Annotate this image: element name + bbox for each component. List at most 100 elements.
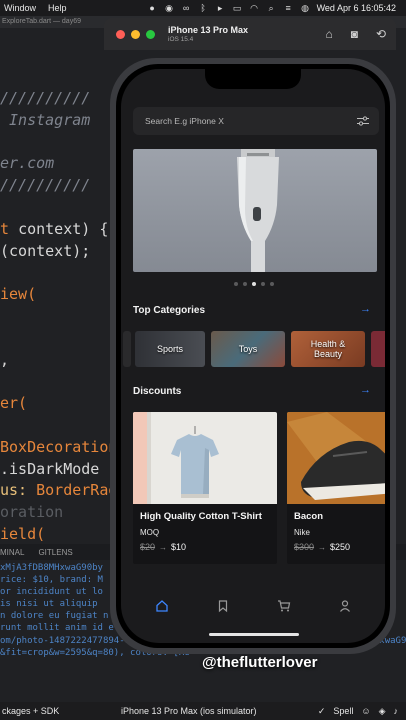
status-spell[interactable]: Spell	[333, 706, 353, 716]
search-icon[interactable]: ⌕	[266, 3, 277, 14]
nav-home-icon[interactable]	[155, 599, 169, 618]
code-token: er(	[0, 394, 28, 413]
code-line: .isDarkMode	[0, 459, 117, 481]
app-screen: Search E.g iPhone X Top Categories → Spo…	[121, 69, 385, 643]
carousel-dot[interactable]	[243, 282, 247, 286]
price-arrow-icon: →	[318, 542, 327, 552]
arrow-right-icon[interactable]: →	[360, 303, 371, 315]
carousel-dot[interactable]	[270, 282, 274, 286]
check-icon: ✓	[317, 705, 326, 716]
carousel-dot[interactable]	[261, 282, 265, 286]
menu-clock: Wed Apr 6 16:05:42	[316, 3, 396, 13]
code-area[interactable]: ////////// Instagram er.com ////////// t …	[0, 88, 117, 546]
new-price: $10	[171, 542, 187, 552]
code-line: oration	[0, 502, 117, 524]
product-prices: $300 → $250	[294, 542, 350, 552]
category-partial[interactable]	[123, 331, 131, 367]
record-icon[interactable]: ●	[147, 3, 158, 14]
code-line: t context) {	[0, 219, 117, 241]
status-device[interactable]: iPhone 13 Pro Max (ios simulator)	[121, 706, 257, 716]
battery-icon[interactable]: ▭	[232, 3, 243, 14]
code-line: BoxDecoration	[0, 437, 117, 459]
notifications-icon[interactable]: ♪	[394, 706, 399, 716]
code-token: iew(	[0, 285, 37, 304]
search-bar[interactable]: Search E.g iPhone X	[133, 107, 379, 135]
carousel-dot[interactable]	[234, 282, 238, 286]
product-card[interactable]: High Quality Cotton T-Shirt MOQ $20 → $1…	[133, 412, 277, 564]
category-label: Sports	[156, 344, 183, 354]
old-price: $300	[294, 542, 315, 552]
home-indicator[interactable]	[209, 633, 299, 636]
rotate-icon[interactable]: ⟲	[376, 27, 386, 41]
code-line: er(	[0, 393, 117, 415]
code-line: ield(	[0, 524, 117, 546]
status-bar: ckages + SDK iPhone 13 Pro Max (ios simu…	[0, 702, 406, 720]
code-line: (context);	[0, 241, 117, 263]
nav-bookmark-icon[interactable]	[216, 599, 230, 618]
zoom-window-button[interactable]	[146, 29, 155, 39]
clipper-image	[237, 149, 279, 272]
code-token: //////////	[0, 176, 91, 195]
shoe-image	[287, 412, 385, 504]
close-window-button[interactable]	[116, 29, 125, 39]
code-token: t	[0, 219, 19, 238]
phone-bezel: Search E.g iPhone X Top Categories → Spo…	[116, 64, 390, 648]
product-prices: $20 → $10	[140, 542, 186, 552]
filter-icon[interactable]	[353, 111, 373, 131]
code-line: iew(	[0, 284, 117, 306]
arrow-right-icon[interactable]: →	[360, 384, 371, 396]
menu-window[interactable]: Window	[4, 3, 36, 13]
menu-help[interactable]: Help	[48, 3, 67, 13]
bluetooth-icon[interactable]: ᛒ	[198, 3, 209, 14]
simulator-titlebar: iPhone 13 Pro Max iOS 15.4 ⌂ ◙ ⟲	[104, 18, 396, 50]
notch	[205, 69, 301, 89]
promo-banner[interactable]	[133, 149, 377, 272]
status-right: ✓ Spell ☺ ◈ ♪	[318, 706, 406, 717]
carousel-indicator	[234, 282, 274, 286]
carousel-dot[interactable]	[252, 282, 256, 286]
code-token: oration	[0, 503, 64, 522]
status-packages[interactable]: ckages + SDK	[0, 706, 59, 716]
menu-extras: ● ◉ ∞ ᛒ ▸ ▭ ◠ ⌕ ≡ ◍ Wed Apr 6 16:05:42	[147, 3, 406, 14]
code-token: ield(	[0, 524, 46, 543]
siri-icon[interactable]: ◍	[300, 3, 311, 14]
copilot-icon[interactable]: ☺	[361, 706, 370, 716]
product-title: Bacon	[294, 511, 324, 522]
nav-cart-icon[interactable]	[277, 599, 291, 618]
category-toys[interactable]: Toys	[211, 331, 285, 367]
nav-profile-icon[interactable]	[338, 599, 352, 618]
wifi-icon[interactable]: ◠	[249, 3, 260, 14]
product-title: High Quality Cotton T-Shirt	[140, 511, 262, 522]
tab-gitlens[interactable]: GITLENS	[38, 548, 72, 557]
code-token: context) {	[18, 219, 109, 238]
price-arrow-icon: →	[159, 542, 168, 552]
broadcast-icon[interactable]: ◈	[379, 706, 386, 717]
control-center-icon[interactable]: ≡	[283, 3, 294, 14]
category-partial[interactable]	[371, 331, 385, 367]
category-health-beauty[interactable]: Health & Beauty	[291, 331, 365, 367]
camera-icon[interactable]: ◉	[164, 3, 175, 14]
code-token: (context);	[0, 241, 91, 260]
category-label: Toys	[238, 344, 258, 354]
ios-version: iOS 15.4	[168, 36, 194, 43]
simulator-title: iPhone 13 Pro Max iOS 15.4	[168, 25, 248, 43]
tab-terminal[interactable]: MINAL	[0, 548, 24, 557]
creative-cloud-icon[interactable]: ∞	[181, 3, 192, 14]
new-price: $250	[330, 542, 351, 552]
phone-frame: Search E.g iPhone X Top Categories → Spo…	[110, 58, 396, 654]
category-sports[interactable]: Sports	[135, 331, 205, 367]
play-icon[interactable]: ▸	[215, 3, 226, 14]
code-token: BorderRad	[36, 481, 118, 500]
categories-list: Sports Toys Health & Beauty	[123, 331, 385, 367]
window-controls	[104, 29, 155, 39]
code-token: er.com	[0, 154, 55, 173]
product-card[interactable]: Bacon Nike $300 → $250	[287, 412, 385, 564]
home-icon[interactable]: ⌂	[325, 27, 332, 41]
screenshot-icon[interactable]: ◙	[351, 27, 358, 41]
minimize-window-button[interactable]	[131, 29, 140, 39]
